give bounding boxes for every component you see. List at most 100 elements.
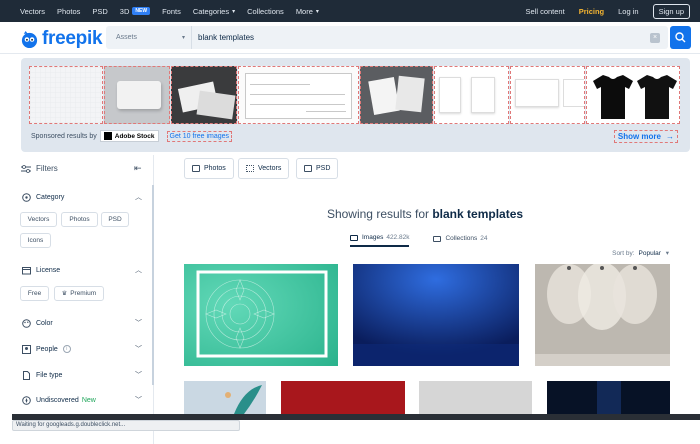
filters-header: Filters [21,164,58,173]
nav-right: Sell content Pricing Log in Sign up [525,3,690,19]
category-section-header[interactable]: Category ︿ [21,192,142,202]
sponsored-image[interactable] [434,66,509,124]
sidebar-scrollbar[interactable] [152,185,154,385]
psd-type-label: PSD [316,165,331,172]
chevron-down-icon: ▾ [181,35,185,41]
result-image[interactable] [535,264,670,366]
search-icon [675,32,686,43]
tab-images-label: Images [362,234,384,241]
file-type-section-header[interactable]: File type ﹀ [21,370,142,380]
adobe-stock-logo[interactable]: Adobe Stock [99,130,159,142]
people-label: People [36,345,58,353]
license-section-header[interactable]: License ︿ [21,265,142,275]
photos-type-button[interactable]: Photos [184,158,234,179]
freepik-logo[interactable]: freepik [20,28,103,50]
show-more-button[interactable]: Show more → [613,130,678,143]
poster-mockup [515,79,559,107]
nav-categories-label: Categories [192,6,230,16]
crown-icon: ♛ [61,291,68,297]
sponsored-banner: Sponsored results by Adobe Stock Get 10 … [21,58,690,152]
tropical-leaf-image [184,381,266,414]
result-image[interactable] [184,264,338,366]
result-image[interactable] [281,381,405,414]
sponsored-label: Sponsored results by [31,132,97,140]
result-image[interactable] [184,381,266,414]
nav-more[interactable]: More ▾ [296,7,319,16]
free-images-link[interactable]: Get 10 free images [166,130,233,142]
nav-vectors[interactable]: Vectors [20,7,45,16]
psd-type-button[interactable]: PSD [296,158,339,179]
assets-label: Assets [116,34,138,41]
sell-content-link[interactable]: Sell content [525,7,564,16]
results-prefix: Showing results for [326,207,429,221]
license-pill-free[interactable]: Free [20,286,49,301]
login-link[interactable]: Log in [618,7,638,16]
sponsored-image[interactable] [586,66,680,124]
sponsored-image[interactable] [238,66,359,124]
check-template [245,73,352,119]
logo-icon [21,30,38,48]
arrow-right-icon: → [666,132,674,141]
top-nav: Vectors Photos PSD 3D NEW Fonts Categorie… [0,0,700,22]
nav-categories[interactable]: Categories ▾ [193,7,235,16]
result-image[interactable] [547,381,670,414]
premium-label: Premium [70,290,97,297]
results-tabs: Images 422.82k Collections 24 [350,234,512,247]
signup-button[interactable]: Sign up [652,3,690,19]
gallery-wall-image [535,264,670,366]
logo-text: freepik [42,28,103,49]
license-icon [21,265,31,275]
category-pill-psd[interactable]: PSD [101,212,129,227]
tab-images[interactable]: Images 422.82k [350,234,410,247]
results-query: blank templates [432,207,524,221]
adobe-label: Adobe Stock [114,132,155,140]
vectors-type-button[interactable]: Vectors [238,158,290,179]
book-mockup [395,75,425,113]
category-pill-photos[interactable]: Photos [61,212,98,227]
header: freepik Assets ▾ × [0,22,700,54]
result-image[interactable] [419,381,532,414]
sponsored-image[interactable] [360,66,433,124]
people-icon [21,344,31,354]
sponsored-image[interactable] [171,66,237,124]
show-more-label: Show more [617,132,661,141]
color-label: Color [36,319,53,327]
pricing-link[interactable]: Pricing [579,7,604,16]
sponsored-strip [29,66,682,124]
nav-fonts[interactable]: Fonts [162,7,181,16]
sponsored-image[interactable] [104,66,170,124]
category-label: Category [36,193,65,201]
people-section-header[interactable]: People i ﹀ [21,344,142,354]
assets-dropdown[interactable]: Assets ▾ [106,26,192,49]
tab-collections[interactable]: Collections 24 [433,234,488,247]
palette-icon [21,318,31,328]
search-button[interactable] [670,26,691,49]
sponsored-image[interactable] [510,66,585,124]
result-image[interactable] [353,264,519,366]
clear-icon[interactable]: × [650,32,660,43]
file-type-label: File type [36,371,63,379]
chevron-down-icon: ▾ [232,8,236,15]
sponsored-image[interactable] [29,66,103,124]
category-icon [21,192,31,202]
photos-type-label: Photos [204,165,226,172]
nav-photos[interactable]: Photos [57,7,80,16]
chevron-down-icon: ▾ [315,8,319,15]
tab-collections-label: Collections [445,235,478,242]
search-input[interactable] [198,33,638,42]
undiscovered-section-header[interactable]: Undiscovered New ﹀ [21,395,142,405]
sort-dropdown[interactable]: Sort by: Popular ▾ [612,249,669,257]
collapse-sidebar-icon[interactable]: ⇤ [134,163,142,174]
adobe-icon [103,132,112,140]
category-pill-icons[interactable]: Icons [20,233,51,248]
nav-collections[interactable]: Collections [247,7,284,16]
nav-more-label: More [295,6,313,16]
license-pill-premium[interactable]: ♛ Premium [54,286,104,301]
nav-3d[interactable]: 3D NEW [120,7,151,16]
info-icon[interactable]: i [62,345,71,353]
dark-curtain-image [547,381,670,414]
color-section-header[interactable]: Color ﹀ [21,318,142,328]
nav-psd[interactable]: PSD [92,7,107,16]
images-count: 422.82k [386,234,410,241]
category-pill-vectors[interactable]: Vectors [20,212,57,227]
